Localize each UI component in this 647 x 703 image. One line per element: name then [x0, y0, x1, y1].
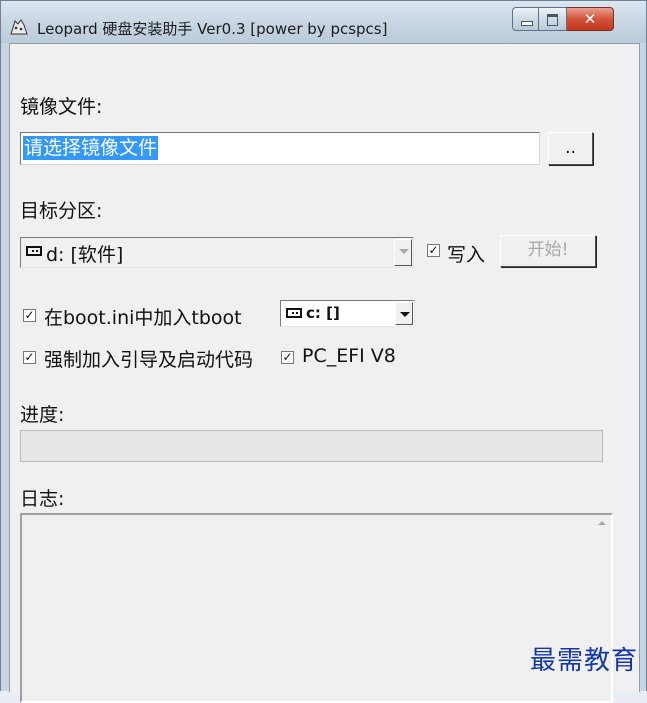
image-file-input[interactable]: 请选择镜像文件	[20, 132, 540, 165]
target-partition-select[interactable]: d: [软件]	[20, 237, 414, 268]
bootini-label: 在boot.ini中加入tboot	[44, 307, 242, 329]
force-boot-label: 强制加入引导及启动代码	[44, 349, 254, 371]
bootini-drive-value: c: []	[306, 304, 340, 322]
log-textarea[interactable]	[20, 513, 613, 703]
pcefi-label: PC_EFI V8	[302, 345, 396, 367]
close-icon: ✕	[583, 10, 597, 28]
maximize-icon	[547, 14, 558, 26]
target-partition-value: d: [软件]	[46, 244, 124, 266]
progress-bar	[20, 430, 603, 462]
maximize-button[interactable]	[539, 7, 567, 31]
pcefi-checkbox[interactable]: ✓	[281, 351, 294, 364]
minimize-button[interactable]	[512, 7, 539, 31]
write-label: 写入	[447, 244, 486, 266]
drive-icon	[26, 246, 42, 256]
bootini-checkbox[interactable]: ✓	[23, 309, 36, 322]
scroll-up-icon[interactable]	[594, 515, 611, 532]
start-button[interactable]: 开始!	[500, 235, 596, 267]
watermark: 最需教育	[529, 646, 638, 676]
title-bar[interactable]: Leopard 硬盘安装助手 Ver0.3 [power by pcspcs] …	[1, 1, 646, 43]
image-file-label: 镜像文件:	[20, 96, 103, 118]
write-checkbox[interactable]: ✓	[427, 244, 440, 257]
browse-button[interactable]: ..	[548, 132, 593, 165]
minimize-icon	[521, 21, 533, 26]
target-partition-label: 目标分区:	[20, 200, 103, 222]
chevron-down-icon[interactable]	[395, 302, 413, 325]
progress-label: 进度:	[20, 404, 65, 426]
log-label: 日志:	[20, 488, 65, 510]
app-icon	[10, 19, 28, 35]
force-boot-checkbox[interactable]: ✓	[23, 351, 36, 364]
dialog-body: 镜像文件: 请选择镜像文件 .. 目标分区: d: [软件] ✓ 写入 开始! …	[9, 43, 640, 703]
app-window: Leopard 硬盘安装助手 Ver0.3 [power by pcspcs] …	[0, 0, 647, 703]
close-button[interactable]: ✕	[567, 7, 614, 31]
drive-icon	[286, 308, 302, 318]
bootini-drive-select[interactable]: c: []	[280, 300, 415, 327]
window-title: Leopard 硬盘安装助手 Ver0.3 [power by pcspcs]	[37, 20, 388, 38]
chevron-down-icon[interactable]	[394, 239, 412, 266]
image-file-value: 请选择镜像文件	[23, 136, 159, 160]
